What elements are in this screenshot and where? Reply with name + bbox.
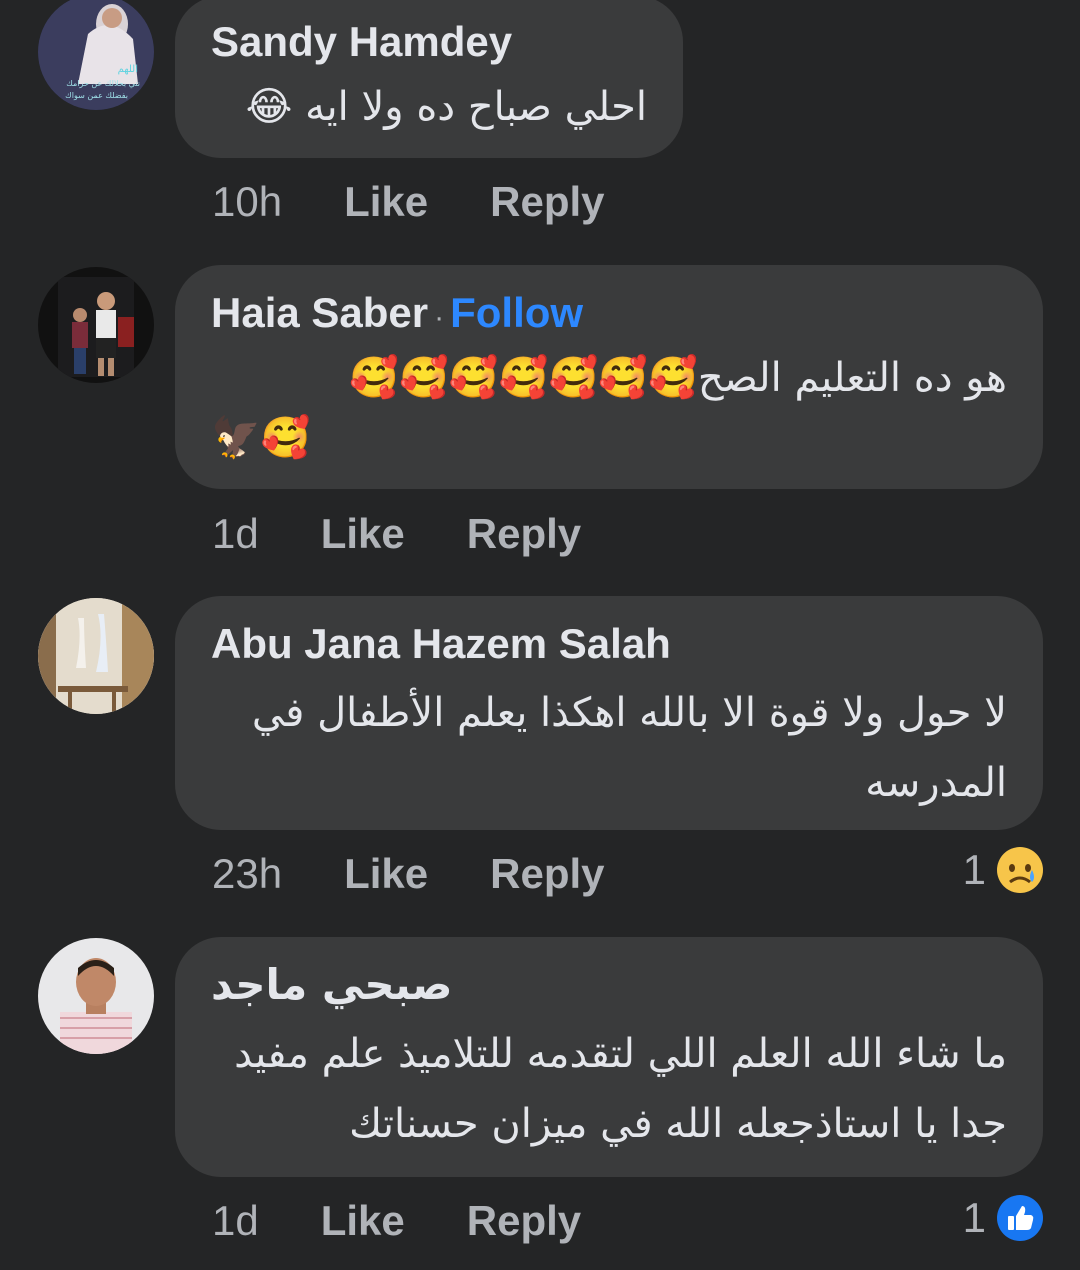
comment-text: هو ده التعليم الصح🥰🥰🥰🥰🥰🥰🥰 — [349, 355, 1007, 401]
like-button[interactable]: Like — [321, 510, 405, 558]
avatar[interactable] — [38, 267, 154, 383]
reply-button[interactable]: Reply — [490, 178, 604, 226]
avatar[interactable] — [38, 938, 154, 1054]
avatar-image — [38, 938, 154, 1054]
reaction-summary[interactable]: 1 — [963, 846, 1044, 894]
avatar[interactable] — [38, 598, 154, 714]
comments-list: اللهم نني بحلالك عن حرامك بفضلك عمن سواك… — [0, 0, 1080, 1270]
comment-actions: 1d Like Reply — [212, 1197, 581, 1245]
author-name[interactable]: Sandy Hamdey — [211, 18, 512, 65]
comment-bubble: Sandy Hamdey احلي صباح ده ولا ايه 😂 — [175, 0, 683, 158]
follow-button[interactable]: Follow — [450, 289, 583, 336]
like-button[interactable]: Like — [344, 850, 428, 898]
comment-text-line2: 🦅🥰 — [211, 415, 311, 461]
like-button[interactable]: Like — [344, 178, 428, 226]
like-reaction-icon — [996, 1194, 1044, 1242]
author-name[interactable]: صبحي ماجد — [211, 960, 452, 1009]
comment-text: احلي صباح ده ولا ايه 😂 — [245, 84, 647, 130]
like-button[interactable]: Like — [321, 1197, 405, 1245]
comment-timestamp[interactable]: 10h — [212, 178, 282, 226]
avatar-caption: اللهم — [118, 64, 138, 75]
follow-separator: · — [434, 301, 445, 334]
comment-timestamp[interactable]: 1d — [212, 1197, 259, 1245]
comment-actions: 10h Like Reply — [212, 178, 605, 226]
comment-bubble: صبحي ماجد ما شاء الله العلم اللي لتقدمه … — [175, 937, 1043, 1177]
comment-text: ما شاء الله العلم اللي لتقدمه للتلاميذ ع… — [234, 1031, 1007, 1147]
reply-button[interactable]: Reply — [467, 1197, 581, 1245]
avatar-image — [38, 267, 154, 383]
avatar-caption: بفضلك عمن سواك — [65, 91, 128, 100]
reply-button[interactable]: Reply — [490, 850, 604, 898]
comment-bubble: Abu Jana Hazem Salah لا حول ولا قوة الا … — [175, 596, 1043, 830]
comment-text: لا حول ولا قوة الا بالله اهكذا يعلم الأط… — [251, 690, 1007, 806]
avatar-image: اللهم نني بحلالك عن حرامك بفضلك عمن سواك — [38, 0, 154, 110]
comment-text-block: هو ده التعليم الصح🥰🥰🥰🥰🥰🥰🥰 🦅🥰 — [211, 348, 1007, 468]
author-name[interactable]: Abu Jana Hazem Salah — [211, 620, 671, 667]
avatar[interactable]: اللهم نني بحلالك عن حرامك بفضلك عمن سواك — [38, 0, 154, 110]
reaction-count: 1 — [962, 1194, 986, 1241]
comment-bubble: Haia Saber · Follow هو ده التعليم الصح🥰🥰🥰🥰… — [175, 265, 1043, 489]
avatar-caption: نني بحلالك عن حرامك — [66, 79, 140, 88]
avatar-image — [38, 598, 154, 714]
comment-timestamp[interactable]: 23h — [212, 850, 282, 898]
author-name[interactable]: Haia Saber — [211, 289, 428, 336]
reply-button[interactable]: Reply — [467, 510, 581, 558]
comment-timestamp[interactable]: 1d — [212, 510, 259, 558]
sad-reaction-icon — [996, 846, 1044, 894]
reaction-summary[interactable]: 1 — [963, 1194, 1044, 1242]
comment-actions: 1d Like Reply — [212, 510, 581, 558]
reaction-count: 1 — [962, 846, 986, 893]
comment-actions: 23h Like Reply — [212, 850, 605, 898]
